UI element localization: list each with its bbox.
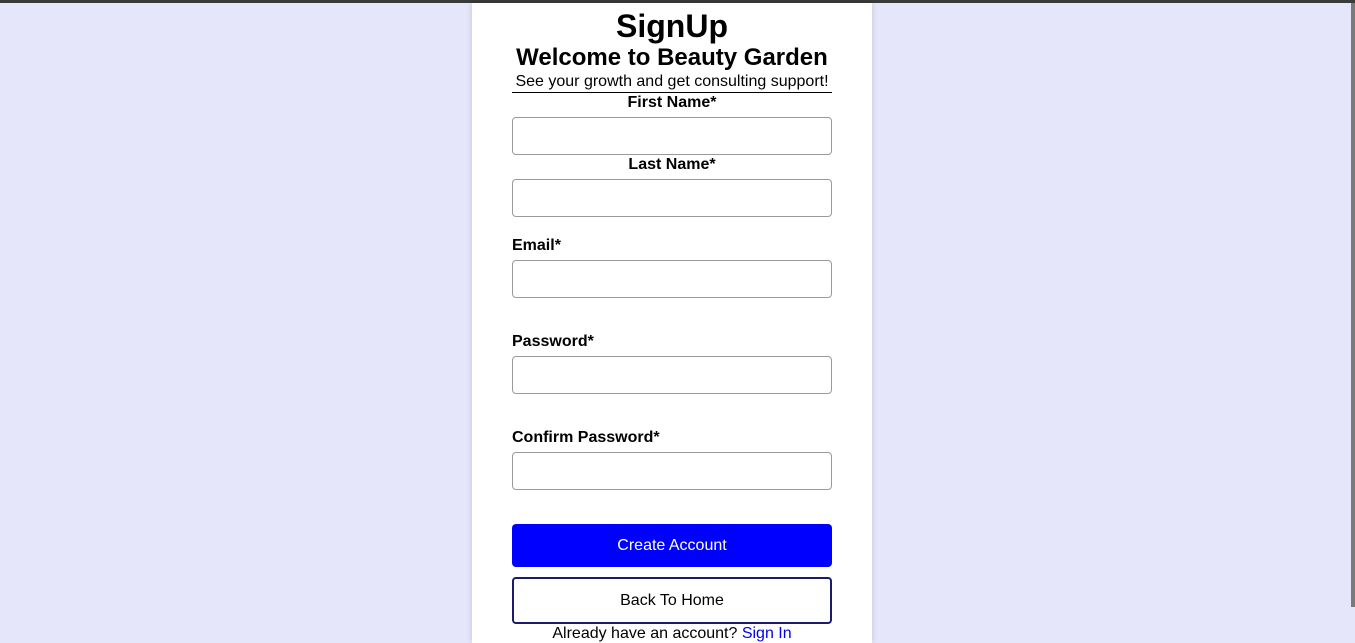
password-input[interactable]	[512, 356, 832, 394]
last-name-label: Last Name*	[628, 156, 716, 173]
email-input[interactable]	[512, 260, 832, 298]
signup-card: SignUp Welcome to Beauty Garden See your…	[472, 3, 872, 643]
email-label: Email*	[512, 237, 561, 254]
password-label: Password*	[512, 333, 594, 350]
sign-in-link[interactable]: Sign In	[742, 625, 792, 642]
confirm-password-label: Confirm Password*	[512, 429, 660, 446]
scrollbar[interactable]	[1351, 3, 1355, 607]
page-title: SignUp	[616, 8, 728, 44]
create-account-button[interactable]: Create Account	[512, 524, 832, 567]
subtitle: See your growth and get consulting suppo…	[512, 73, 832, 93]
signin-prompt-text: Already have an account?	[552, 625, 738, 642]
confirm-password-input[interactable]	[512, 452, 832, 490]
signin-prompt: Already have an account? Sign In	[472, 625, 872, 643]
last-name-input[interactable]	[512, 179, 832, 217]
welcome-heading: Welcome to Beauty Garden	[516, 44, 828, 71]
first-name-input[interactable]	[512, 117, 832, 155]
first-name-label: First Name*	[627, 94, 717, 111]
back-to-home-button[interactable]: Back To Home	[512, 577, 832, 624]
